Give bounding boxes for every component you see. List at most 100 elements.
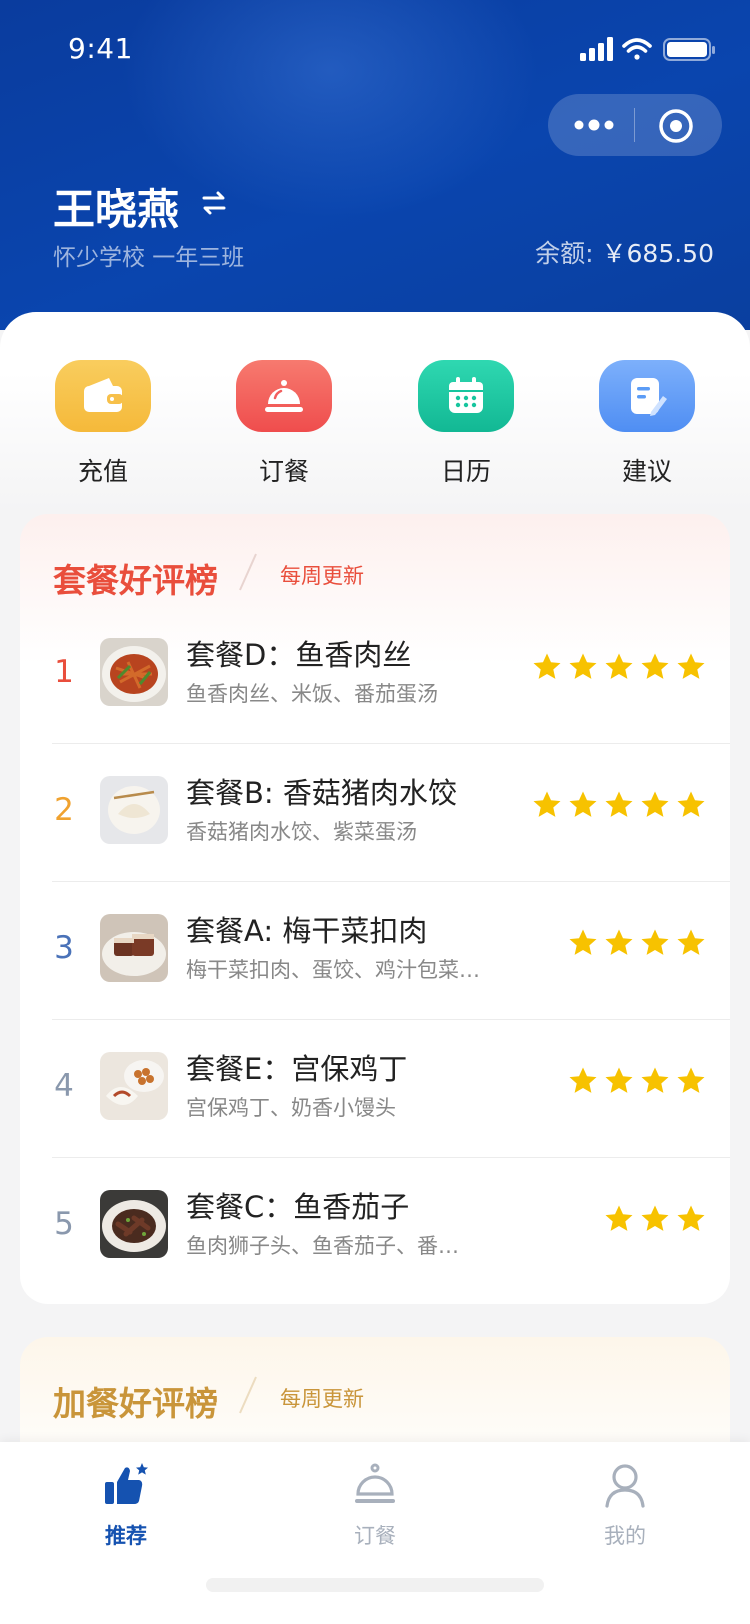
star-rating: [526, 652, 706, 684]
star-icon: [641, 791, 669, 817]
balance-value: ￥685.50: [601, 239, 714, 268]
ranking-row[interactable]: 4 套餐E：宫保鸡丁 宫保鸡丁、奶香小馒头: [20, 1020, 730, 1158]
status-time: 9:41: [68, 32, 133, 65]
wifi-icon: [622, 38, 652, 60]
meal-name: 套餐E：宫保鸡丁: [186, 1052, 408, 1086]
quick-action-calendar[interactable]: 日历: [406, 360, 526, 488]
card-title: 加餐好评榜: [53, 1384, 218, 1423]
meal-description: 宫保鸡丁、奶香小馒头: [186, 1096, 396, 1120]
star-icon: [569, 791, 597, 817]
balance-label: 余额:: [535, 239, 594, 268]
star-icon: [641, 1067, 669, 1093]
header: 9:41 王晓燕 怀少学校 一年三班 余额: ￥685.50: [0, 0, 750, 330]
star-icon: [677, 929, 705, 955]
tab-bar: 推荐 订餐 我的: [0, 1442, 750, 1624]
signal-icon: [580, 37, 613, 61]
cloche-icon: [315, 1460, 435, 1510]
meal-thumbnail: [100, 638, 168, 706]
ranking-row[interactable]: 5 套餐C：鱼香茄子 鱼肉狮子头、鱼香茄子、番…: [20, 1158, 730, 1296]
meal-name: 套餐B: 香菇猪肉水饺: [186, 776, 457, 810]
rank-number: 5: [54, 1206, 74, 1242]
capsule-divider: [634, 108, 635, 142]
note-icon: [599, 360, 695, 432]
ranking-row[interactable]: 3 套餐A: 梅干菜扣肉 梅干菜扣肉、蛋饺、鸡汁包菜…: [20, 882, 730, 1020]
card-title: 套餐好评榜: [53, 561, 218, 600]
tab-order[interactable]: 订餐: [315, 1460, 435, 1550]
mini-program-capsule: [548, 94, 722, 156]
meal-thumbnail: [100, 1190, 168, 1258]
star-icon: [569, 1067, 597, 1093]
star-icon: [677, 653, 705, 679]
star-icon: [533, 791, 561, 817]
star-icon: [605, 929, 633, 955]
star-icon: [677, 1205, 705, 1231]
user-icon: [565, 1460, 685, 1510]
star-icon: [605, 653, 633, 679]
meal-description: 香菇猪肉水饺、紫菜蛋汤: [186, 820, 417, 844]
quick-action-recharge[interactable]: 充值: [43, 360, 163, 488]
switch-user-icon[interactable]: [200, 190, 228, 216]
balance: 余额: ￥685.50: [535, 234, 714, 270]
card-subtitle: 每周更新: [280, 564, 364, 588]
rank-number: 1: [54, 654, 74, 690]
quick-action-suggestion[interactable]: 建议: [587, 360, 707, 488]
star-rating: [598, 1204, 706, 1236]
home-indicator: [206, 1578, 544, 1592]
card-subtitle: 每周更新: [280, 1387, 364, 1411]
ranking-row[interactable]: 1 套餐D：鱼香肉丝 鱼香肉丝、米饭、番茄蛋汤: [20, 606, 730, 744]
rank-number: 2: [54, 792, 74, 828]
star-icon: [641, 1205, 669, 1231]
meal-description: 鱼肉狮子头、鱼香茄子、番…: [186, 1234, 459, 1258]
star-rating: [526, 790, 706, 822]
tab-label: 我的: [604, 1524, 646, 1548]
star-rating: [562, 928, 706, 960]
rank-number: 4: [54, 1068, 74, 1104]
quick-action-label: 充值: [77, 457, 128, 486]
meal-name: 套餐D：鱼香肉丝: [186, 638, 412, 672]
meal-description: 鱼香肉丝、米饭、番茄蛋汤: [186, 682, 438, 706]
user-name: 王晓燕: [53, 185, 180, 234]
more-icon[interactable]: [570, 110, 618, 140]
battery-icon: [663, 38, 715, 61]
cloche-icon: [236, 360, 332, 432]
quick-action-order[interactable]: 订餐: [224, 360, 344, 488]
star-icon: [605, 791, 633, 817]
wallet-icon: [55, 360, 151, 432]
tab-label: 订餐: [354, 1524, 396, 1548]
star-icon: [569, 929, 597, 955]
status-icons: [580, 37, 715, 61]
close-target-icon[interactable]: [656, 106, 696, 146]
meal-thumbnail: [100, 776, 168, 844]
main-content: 充值 订餐 日历 建议 套餐好评榜 每周更新 1 套餐D：鱼香肉丝 鱼香肉丝、米…: [0, 312, 750, 1624]
ranking-row[interactable]: 2 套餐B: 香菇猪肉水饺 香菇猪肉水饺、紫菜蛋汤: [20, 744, 730, 882]
title-separator: [239, 553, 257, 591]
app-screen: 9:41 王晓燕 怀少学校 一年三班 余额: ￥685.50 充值 订餐 日历 …: [0, 0, 750, 1624]
quick-action-label: 建议: [621, 457, 672, 486]
quick-action-label: 订餐: [258, 457, 309, 486]
meal-thumbnail: [100, 1052, 168, 1120]
star-icon: [641, 653, 669, 679]
quick-actions: 充值 订餐 日历 建议: [0, 360, 750, 490]
rank-number: 3: [54, 930, 74, 966]
meal-description: 梅干菜扣肉、蛋饺、鸡汁包菜…: [186, 958, 480, 982]
school-class: 怀少学校 一年三班: [53, 245, 245, 271]
star-icon: [605, 1067, 633, 1093]
star-icon: [677, 791, 705, 817]
thumbs-up-icon: [66, 1460, 186, 1510]
title-separator: [239, 1376, 257, 1414]
star-icon: [677, 1067, 705, 1093]
star-icon: [605, 1205, 633, 1231]
meal-name: 套餐A: 梅干菜扣肉: [186, 914, 428, 948]
calendar-icon: [418, 360, 514, 432]
star-icon: [533, 653, 561, 679]
tab-label: 推荐: [105, 1524, 147, 1548]
meal-thumbnail: [100, 914, 168, 982]
meal-ranking-card: 套餐好评榜 每周更新 1 套餐D：鱼香肉丝 鱼香肉丝、米饭、番茄蛋汤 2 套餐B…: [20, 514, 730, 1304]
star-icon: [569, 653, 597, 679]
tab-recommend[interactable]: 推荐: [66, 1460, 186, 1550]
star-icon: [641, 929, 669, 955]
quick-action-label: 日历: [440, 457, 491, 486]
meal-name: 套餐C：鱼香茄子: [186, 1190, 410, 1224]
tab-mine[interactable]: 我的: [565, 1460, 685, 1550]
star-rating: [562, 1066, 706, 1098]
